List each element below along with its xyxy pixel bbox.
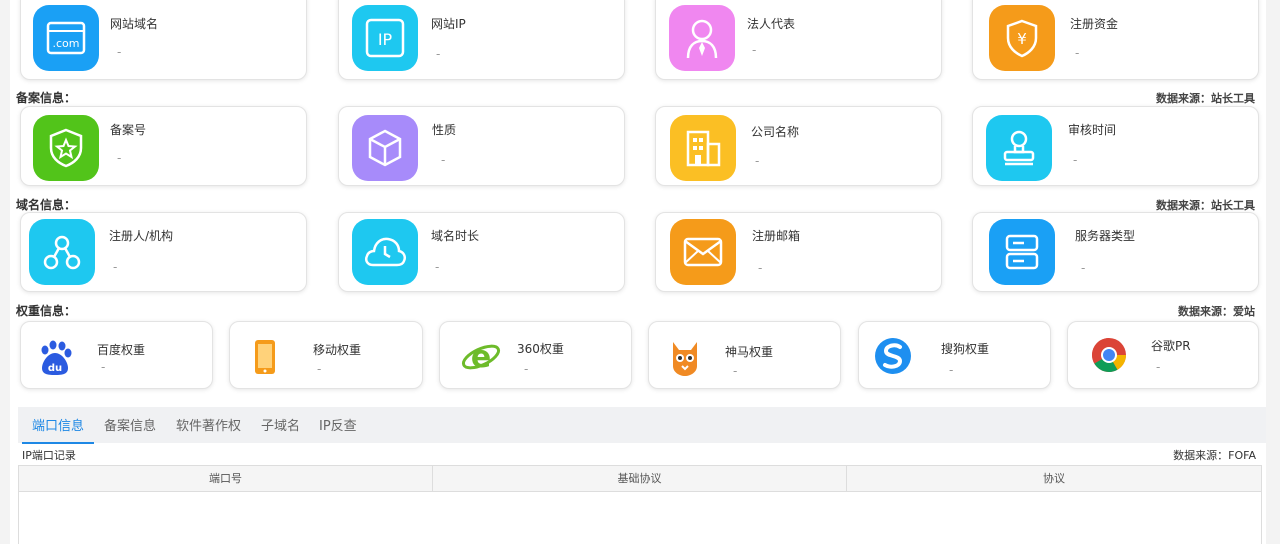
svg-text:.com: .com	[53, 37, 80, 50]
network-icon	[29, 219, 95, 285]
ip-icon: IP	[352, 5, 418, 71]
tab-bar: 端口信息 备案信息 软件著作权 子域名 IP反查	[18, 407, 1266, 444]
column-header-base-protocol[interactable]: 基础协议	[433, 466, 847, 492]
card-title: 神马权重	[725, 345, 774, 359]
card-site-domain: .com 网站域名 -	[20, 0, 307, 80]
card-shenma-weight: 神马权重 -	[648, 321, 841, 389]
card-baidu-weight: du 百度权重 -	[20, 321, 213, 389]
card-mobile-weight: 移动权重 -	[229, 321, 423, 389]
card-title: 360权重	[517, 342, 564, 356]
card-sogou-weight: 搜狗权重 -	[858, 321, 1051, 389]
com-icon: .com	[33, 5, 99, 71]
card-registrant: 注册人/机构 -	[20, 212, 307, 292]
shield-star-icon	[33, 115, 99, 181]
baidu-icon: du	[35, 338, 75, 378]
card-title: 域名时长	[431, 229, 480, 243]
tab-port-info[interactable]: 端口信息	[22, 407, 95, 444]
card-title: 备案号	[110, 123, 147, 137]
building-icon	[670, 115, 736, 181]
tab-ip-reverse[interactable]: IP反查	[319, 407, 357, 443]
shenma-icon	[669, 338, 701, 378]
section-title-domain: 域名信息：	[16, 198, 77, 212]
card-reg-email: 注册邮箱 -	[655, 212, 942, 292]
mail-icon	[670, 219, 736, 285]
card-company-name: 公司名称 -	[655, 106, 942, 186]
card-value: -	[317, 362, 322, 376]
yen-shield-icon: ¥	[989, 5, 1055, 71]
card-value: -	[758, 261, 763, 275]
card-value: -	[117, 151, 122, 165]
port-data-source: 数据来源：FOFA	[1173, 449, 1256, 462]
person-icon	[669, 5, 735, 71]
card-title: 谷歌PR	[1151, 339, 1191, 353]
card-value: -	[755, 154, 760, 168]
card-review-time: 审核时间 -	[972, 106, 1259, 186]
chrome-icon	[1090, 336, 1128, 374]
column-header-protocol[interactable]: 协议	[847, 466, 1261, 492]
card-value: -	[949, 363, 954, 377]
svg-text:du: du	[48, 363, 62, 374]
card-value: -	[101, 360, 106, 374]
ip-port-record-label: IP端口记录	[22, 449, 76, 462]
svg-text:e: e	[471, 340, 491, 375]
card-title: 网站IP	[431, 17, 466, 31]
column-header-port[interactable]: 端口号	[19, 466, 433, 492]
source-domain: 数据来源：站长工具	[1156, 199, 1255, 212]
card-value: -	[117, 45, 122, 59]
card-value: -	[1081, 261, 1086, 275]
tab-beian-info[interactable]: 备案信息	[104, 407, 156, 443]
card-nature: 性质 -	[338, 106, 625, 186]
card-capital: ¥ 注册资金 -	[972, 0, 1259, 80]
stamp-icon	[986, 115, 1052, 181]
card-legal-rep: 法人代表 -	[655, 0, 942, 80]
card-server-type: 服务器类型 -	[972, 212, 1259, 292]
left-edge	[0, 0, 10, 544]
source-weight: 数据来源：爱站	[1178, 305, 1255, 318]
card-value: -	[435, 260, 440, 274]
source-beian: 数据来源：站长工具	[1156, 92, 1255, 105]
card-value: -	[1075, 46, 1080, 60]
cube-icon	[352, 115, 418, 181]
table-header: 端口号 基础协议 协议	[19, 466, 1261, 492]
port-table: 端口号 基础协议 协议	[18, 465, 1262, 544]
clock-cloud-icon	[352, 219, 418, 285]
card-value: -	[752, 43, 757, 57]
tab-software-copyright[interactable]: 软件著作权	[176, 407, 241, 443]
right-scroll-edge[interactable]	[1266, 0, 1280, 544]
card-value: -	[1156, 360, 1161, 374]
card-title: 服务器类型	[1075, 229, 1136, 243]
card-value: -	[1073, 153, 1078, 167]
sogou-icon	[873, 336, 913, 376]
card-value: -	[733, 364, 738, 378]
card-value: -	[436, 47, 441, 61]
card-title: 法人代表	[747, 17, 796, 31]
tab-subdomain[interactable]: 子域名	[261, 407, 300, 443]
card-domain-age: 域名时长 -	[338, 212, 625, 292]
card-beian-no: 备案号 -	[20, 106, 307, 186]
svg-text:IP: IP	[378, 30, 393, 49]
card-value: -	[113, 260, 118, 274]
svg-text:¥: ¥	[1017, 30, 1027, 48]
card-title: 注册邮箱	[752, 229, 801, 243]
card-title: 性质	[432, 123, 457, 137]
card-title: 公司名称	[751, 125, 800, 139]
card-360-weight: e 360权重 -	[439, 321, 632, 389]
card-site-ip: IP 网站IP -	[338, 0, 625, 80]
card-title: 审核时间	[1068, 123, 1117, 137]
ie-360-icon: e	[460, 336, 502, 378]
mobile-icon	[250, 338, 280, 378]
card-title: 网站域名	[110, 17, 159, 31]
server-icon	[989, 219, 1055, 285]
card-google-pr: 谷歌PR -	[1067, 321, 1259, 389]
card-title: 移动权重	[313, 343, 362, 357]
section-title-beian: 备案信息：	[16, 91, 77, 105]
section-title-weight: 权重信息：	[16, 304, 77, 318]
card-value: -	[524, 362, 529, 376]
card-title: 注册人/机构	[109, 229, 174, 243]
card-title: 百度权重	[97, 343, 146, 357]
card-value: -	[441, 153, 446, 167]
card-title: 注册资金	[1070, 17, 1119, 31]
card-title: 搜狗权重	[941, 342, 990, 356]
